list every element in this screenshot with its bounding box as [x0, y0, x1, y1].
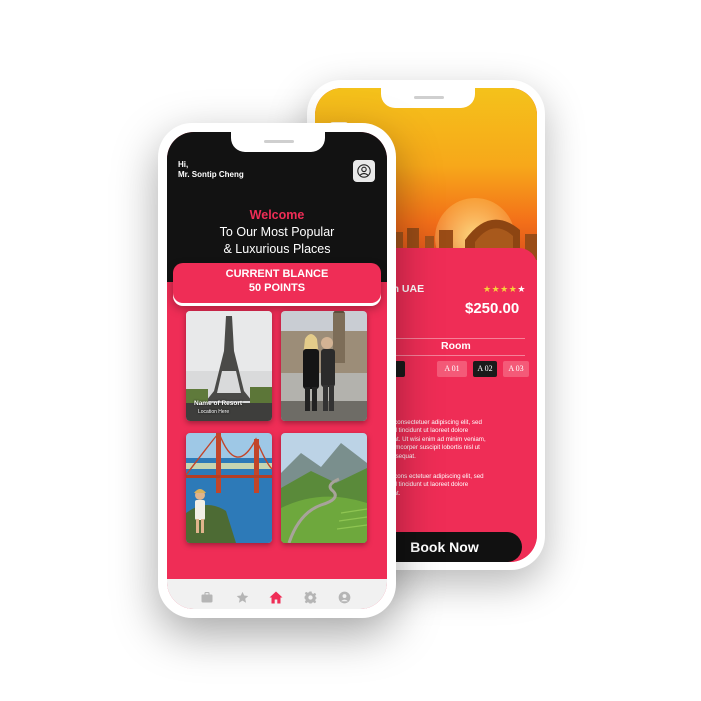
gear-icon	[304, 591, 316, 603]
description-line: volutpat. Ut wisi enim ad minim veniam,	[377, 435, 486, 443]
home-phone-mockup: Hi, Mr. Sontip Cheng Welcome To Our Most…	[158, 123, 396, 618]
balance-label: CURRENT BLANCE	[225, 268, 329, 280]
user-icon	[357, 164, 371, 178]
user-icon	[338, 591, 350, 603]
description-line: amet, cons ectetuer adipiscing elit, sed	[377, 473, 484, 480]
welcome-subtitle-1: To Our Most Popular	[219, 225, 335, 239]
tab-settings[interactable]	[302, 589, 318, 605]
balance-points: 50 POINTS	[248, 282, 306, 294]
greeting-hi: Hi,	[178, 160, 189, 169]
description-line: do consequat.	[377, 452, 416, 460]
place-card-london[interactable]	[281, 311, 367, 421]
couple-london-image	[281, 311, 367, 421]
briefcase-icon	[201, 591, 213, 602]
chip-room-a03[interactable]: A 03	[503, 361, 529, 377]
welcome-title: Welcome	[249, 208, 305, 222]
resort-location: Location Here	[198, 409, 230, 415]
golden-gate-image	[186, 433, 272, 543]
place-card-eiffel-tower[interactable]: Name of Resort Location Here	[186, 311, 272, 421]
welcome-subtitle-2: & Luxurious Places	[223, 242, 331, 256]
description-line: amet, consectetuer adipiscing elit, sed	[377, 419, 482, 426]
place-card-mountain[interactable]	[281, 433, 367, 543]
description-paragraph-2: amet, cons ectetuer adipiscing elit, sed…	[377, 473, 527, 498]
chip-room-a02[interactable]: A 02	[473, 361, 497, 377]
star-icon: ★	[483, 284, 492, 294]
back-notch	[381, 88, 475, 108]
home-screen: Hi, Mr. Sontip Cheng Welcome To Our Most…	[167, 132, 387, 609]
tab-briefcase[interactable]	[199, 589, 215, 605]
divider	[375, 338, 525, 339]
description-line: iusmod tincidunt ut laoreet dolore	[377, 481, 469, 489]
mountain-road-image	[281, 433, 367, 543]
room-heading: Room	[441, 340, 471, 352]
greeting-name: Mr. Sontip Cheng	[178, 170, 244, 179]
divider	[375, 355, 525, 356]
rating-stars: ★★★★★	[483, 284, 526, 295]
home-icon	[269, 591, 283, 603]
bottom-tab-bar	[167, 579, 387, 609]
description-paragraph-1: amet, consectetuer adipiscing elit, sed …	[377, 419, 527, 461]
star-empty-icon: ★	[517, 284, 526, 294]
tab-favorites[interactable]	[234, 589, 250, 605]
description-line: volutpat.	[377, 490, 527, 498]
place-card-golden-gate[interactable]	[186, 433, 272, 543]
home-header: Hi, Mr. Sontip Cheng Welcome To Our Most…	[167, 132, 387, 282]
balance-card[interactable]: CURRENT BLANCE 50 POINTS	[173, 263, 381, 303]
description-line: on ullamcorper suscipit lobortis nisl ut	[377, 444, 480, 452]
tab-home[interactable]	[268, 589, 284, 605]
chip-room-a01[interactable]: A 01	[437, 361, 467, 377]
front-notch	[231, 132, 325, 152]
star-icon: ★	[491, 284, 501, 294]
tab-profile[interactable]	[336, 589, 352, 605]
description-line: iusmod tincidunt ut laoreet dolore	[377, 427, 469, 435]
resort-name: Name of Resort	[194, 400, 243, 407]
price-label: $250.00	[465, 300, 520, 317]
star-icon: ★	[500, 284, 509, 294]
star-icon	[236, 591, 248, 603]
profile-button[interactable]	[353, 160, 375, 182]
